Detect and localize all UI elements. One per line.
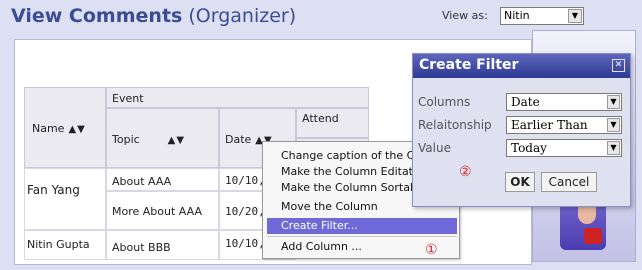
relationship-select[interactable]: Earlier Than ▼ — [506, 116, 622, 134]
chevron-down-icon[interactable]: ▼ — [607, 118, 620, 132]
column-group-attend-label: Attend — [302, 112, 339, 125]
create-filter-dialog: Create Filter ✕ Columns Date ▼ Relaitons… — [412, 53, 631, 207]
step-marker-1: ① — [425, 242, 438, 258]
chevron-down-icon[interactable]: ▼ — [607, 95, 620, 109]
sort-arrows-icon[interactable]: ▲▼ — [68, 124, 85, 135]
user-illustration-accent — [584, 228, 602, 244]
view-as-value: Nitin — [504, 9, 530, 22]
column-group-event-label: Event — [112, 92, 144, 105]
chevron-down-icon[interactable]: ▼ — [607, 141, 620, 155]
column-header-date-label: Date — [225, 133, 252, 146]
table-cell-topic[interactable]: About AAA — [106, 168, 219, 191]
column-header-name[interactable]: Name ▲▼ — [24, 87, 106, 168]
menu-separator — [267, 236, 457, 237]
column-group-attend: Attend — [296, 108, 369, 138]
value-value: Today — [511, 141, 547, 155]
date-value: 10/10, — [225, 174, 265, 187]
page-title-main: View Comments — [11, 5, 183, 27]
step-marker-2: ② — [459, 164, 472, 180]
table-cell-name: Nitin Gupta — [24, 230, 106, 260]
column-header-topic-label: Topic — [112, 133, 140, 146]
dialog-title: Create Filter — [419, 57, 519, 73]
value-label: Value — [418, 141, 451, 155]
name-value: Fan Yang — [27, 183, 80, 197]
ok-button[interactable]: OK — [505, 172, 535, 192]
cancel-button[interactable]: Cancel — [541, 172, 597, 192]
name-value: Nitin Gupta — [27, 238, 90, 251]
sort-arrows-icon[interactable]: ▲▼ — [168, 135, 185, 146]
topic-value: About BBB — [112, 241, 171, 254]
table-cell-topic[interactable]: More About AAA — [106, 191, 219, 230]
relationship-value: Earlier Than — [511, 118, 588, 132]
table-cell-name: Fan Yang — [24, 168, 106, 230]
view-as-label: View as: — [442, 9, 488, 22]
dialog-titlebar: Create Filter ✕ — [413, 54, 630, 78]
relationship-label: Relaitonship — [418, 118, 492, 132]
table-cell-topic[interactable]: About BBB — [106, 230, 219, 260]
column-group-event: Event — [106, 87, 369, 108]
column-header-name-label: Name — [32, 122, 65, 135]
columns-select[interactable]: Date ▼ — [506, 93, 622, 111]
close-icon[interactable]: ✕ — [612, 59, 625, 72]
topic-value: About AAA — [112, 175, 172, 188]
view-as-select[interactable]: Nitin ▼ — [500, 7, 584, 25]
column-header-topic[interactable]: Topic ▲▼ — [106, 108, 219, 168]
date-value: 10/20, — [225, 205, 265, 218]
page-title-suffix: (Organizer) — [182, 5, 297, 27]
columns-label: Columns — [418, 95, 471, 109]
chevron-down-icon[interactable]: ▼ — [568, 9, 582, 23]
page-title: View Comments (Organizer) — [11, 5, 296, 27]
date-value: 10/10, — [225, 237, 265, 250]
columns-value: Date — [511, 95, 540, 109]
value-select[interactable]: Today ▼ — [506, 139, 622, 157]
menu-item-create-filter[interactable]: Create Filter... — [267, 218, 457, 234]
topic-value: More About AAA — [112, 205, 202, 218]
